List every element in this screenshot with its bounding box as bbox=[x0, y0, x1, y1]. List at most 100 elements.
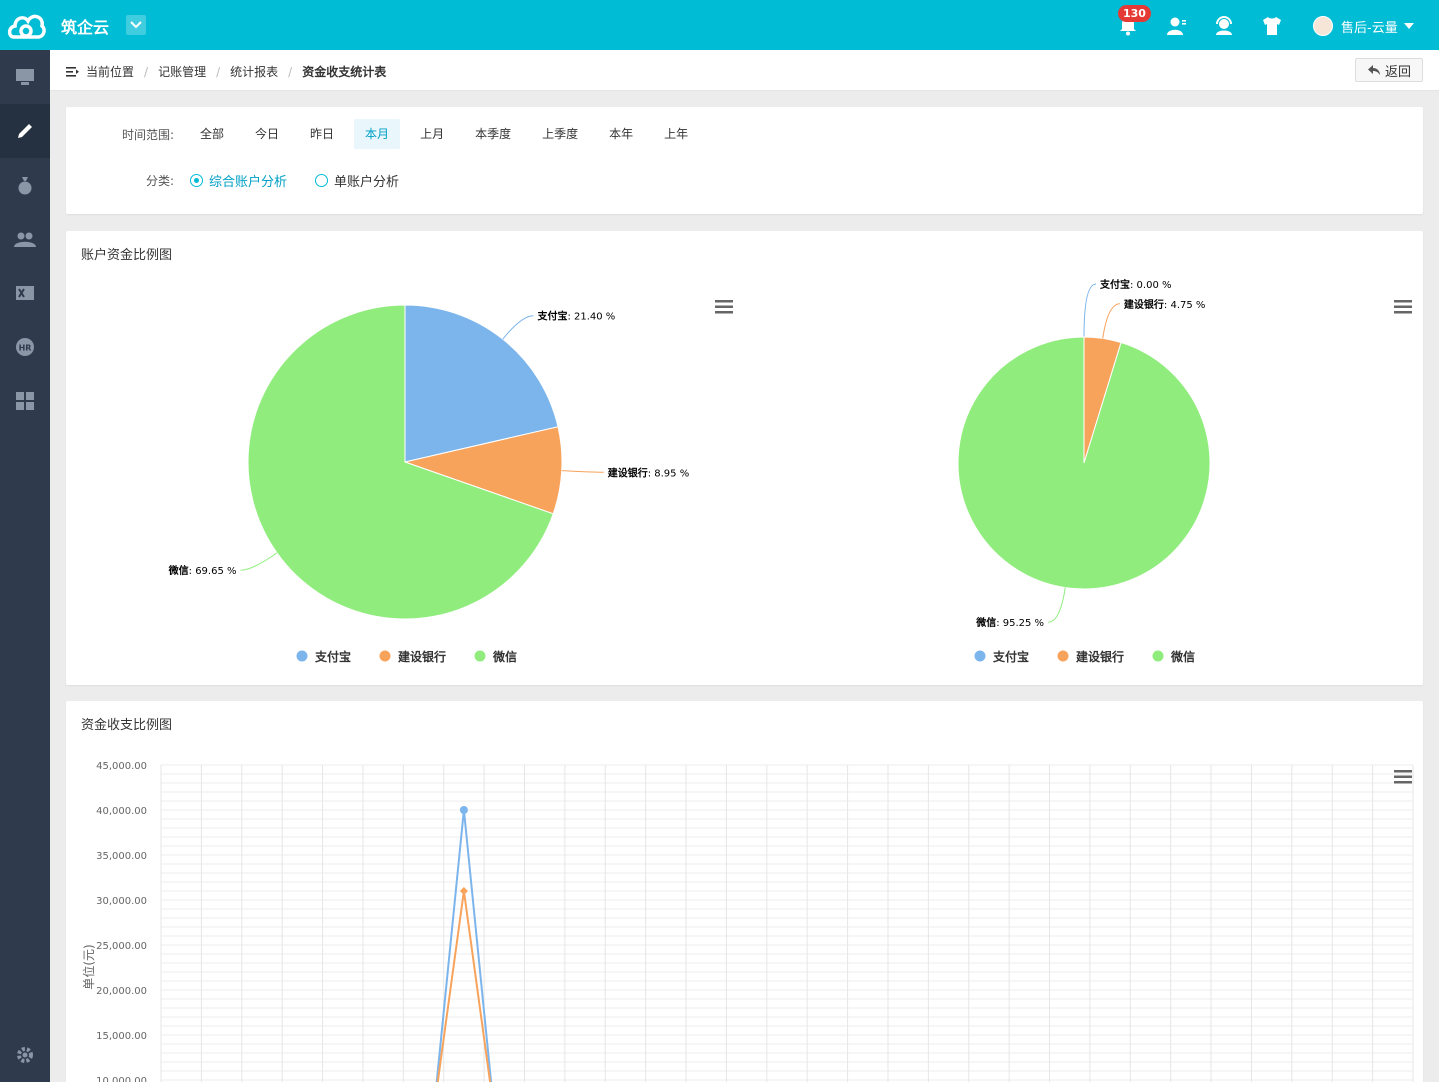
breadcrumb: 当前位置 / 记账管理 / 统计报表 / 资金收支统计表 bbox=[66, 63, 386, 80]
pie-data-label: 支付宝: 0.00 % bbox=[1099, 278, 1172, 291]
breadcrumb-current: 资金收支统计表 bbox=[302, 65, 387, 79]
legend-marker bbox=[974, 650, 986, 662]
gear-icon bbox=[17, 1047, 33, 1063]
pie-label-connector bbox=[561, 470, 604, 473]
legend-marker bbox=[1057, 650, 1069, 662]
pie-label-connector bbox=[1083, 283, 1097, 338]
money-bag-icon bbox=[18, 177, 32, 195]
sidebar-item-apps[interactable] bbox=[0, 374, 50, 428]
back-button[interactable]: 返回 bbox=[1355, 58, 1423, 82]
breadcrumb-bar: 当前位置 / 记账管理 / 统计报表 / 资金收支统计表 返回 bbox=[50, 50, 1439, 91]
legend-item: 支付宝 bbox=[314, 649, 351, 664]
user-menu[interactable]: 售后-云量 bbox=[1313, 15, 1414, 37]
pie-slice bbox=[957, 336, 1211, 590]
breadcrumb-home: 当前位置 bbox=[86, 65, 135, 79]
category-row: 分类: 综合账户分析 单账户分析 bbox=[66, 171, 399, 190]
svg-text:HR: HR bbox=[19, 344, 32, 353]
series-point bbox=[459, 806, 468, 814]
sidebar-item-hr[interactable]: HR bbox=[0, 320, 50, 374]
time-range-option[interactable]: 全部 bbox=[189, 119, 235, 149]
pie-label-connector bbox=[1047, 587, 1066, 623]
hr-icon: HR bbox=[16, 338, 34, 356]
time-range-option[interactable]: 本月 bbox=[354, 119, 401, 149]
legend-item: 建设银行 bbox=[397, 649, 446, 664]
radio-single-analysis[interactable]: 单账户分析 bbox=[315, 171, 399, 190]
grid-icon bbox=[16, 392, 34, 410]
time-range-option[interactable]: 今日 bbox=[244, 119, 290, 149]
time-range-option[interactable]: 本季度 bbox=[464, 119, 522, 149]
breadcrumb-item[interactable]: 记账管理 bbox=[158, 63, 206, 80]
user-name: 售后-云量 bbox=[1341, 20, 1398, 36]
users-icon bbox=[14, 232, 36, 247]
caret-down-icon bbox=[1403, 23, 1414, 29]
chevron-down-icon bbox=[130, 21, 142, 29]
pie-data-label: 微信: 95.25 % bbox=[975, 616, 1044, 629]
top-navbar: 筑企云 130 售后-云量 bbox=[0, 0, 1439, 50]
legend-marker bbox=[474, 650, 486, 662]
legend-item: 微信 bbox=[492, 649, 517, 664]
legend-item: 建设银行 bbox=[1075, 649, 1124, 664]
monitor-icon bbox=[16, 69, 34, 85]
y-tick-label: 25,000.00 bbox=[96, 941, 147, 952]
time-range-option[interactable]: 昨日 bbox=[299, 119, 345, 149]
chart-menu-icon[interactable] bbox=[715, 300, 733, 314]
sidebar-item-finance[interactable] bbox=[0, 158, 50, 212]
time-range-options: 全部 今日 昨日 本月 上月 本季度 上季度 本年 上年 bbox=[180, 119, 699, 149]
chart-menu-icon[interactable] bbox=[1394, 770, 1412, 784]
sidebar-item-settings[interactable] bbox=[0, 1028, 50, 1082]
radio-checked-icon bbox=[190, 174, 203, 187]
sidebar-item-users[interactable] bbox=[0, 212, 50, 266]
pie-label-connector bbox=[240, 552, 278, 571]
legend-item: 支付宝 bbox=[992, 649, 1029, 664]
sidebar-item-edit[interactable] bbox=[0, 104, 50, 158]
pie-label-connector bbox=[502, 315, 534, 340]
breadcrumb-item[interactable]: 统计报表 bbox=[230, 63, 278, 80]
category-label: 分类: bbox=[145, 174, 174, 188]
pie-charts: 支付宝: 21.40 % 建设银行: 8.95 % 微信: 69.65 % 支付宝 建设… bbox=[168, 278, 1211, 664]
user-contacts-icon[interactable] bbox=[1164, 14, 1188, 38]
back-label: 返回 bbox=[1384, 64, 1411, 80]
time-range-option[interactable]: 本年 bbox=[598, 119, 644, 149]
radio-combined-analysis[interactable]: 综合账户分析 bbox=[190, 171, 287, 190]
pie-data-label: 支付宝: 21.40 % bbox=[536, 310, 615, 323]
y-tick-label: 30,000.00 bbox=[96, 896, 147, 907]
line-chart: 45,000.00 40,000.00 35,000.00 30,000.00 25,0… bbox=[81, 761, 1414, 1082]
support-headset-icon[interactable] bbox=[1212, 14, 1236, 38]
time-range-option[interactable]: 上月 bbox=[409, 119, 455, 149]
time-range-option[interactable]: 上年 bbox=[653, 119, 699, 149]
y-tick-label: 35,000.00 bbox=[96, 851, 147, 862]
chart-menu-icon[interactable] bbox=[1394, 300, 1412, 314]
reply-arrow-icon bbox=[1367, 65, 1380, 75]
skin-tshirt-icon[interactable] bbox=[1260, 14, 1284, 38]
pie-data-label: 建设银行: 4.75 % bbox=[1123, 298, 1206, 311]
y-tick-label: 20,000.00 bbox=[96, 986, 147, 997]
legend-item: 微信 bbox=[1170, 649, 1195, 664]
radio-unchecked-icon bbox=[315, 174, 329, 187]
y-axis-label: 单位(元) bbox=[81, 944, 96, 989]
legend-marker bbox=[379, 650, 391, 662]
sidebar-item-excel[interactable] bbox=[0, 266, 50, 320]
app-title: 筑企云 bbox=[61, 18, 110, 37]
y-tick-label: 40,000.00 bbox=[96, 806, 147, 817]
income-expense-panel: 资金收支比例图 45,000.00 40,000.00 35,000.00 30,00… bbox=[66, 701, 1423, 1082]
y-tick-label: 15,000.00 bbox=[96, 1031, 147, 1042]
time-range-label: 时间范围: bbox=[121, 127, 174, 142]
account-ratio-panel: 账户资金比例图 支付宝: 21.40 % 建设银行: 8.95 % 微信: 69.6… bbox=[66, 231, 1423, 685]
legend-marker bbox=[1152, 650, 1164, 662]
time-range-option[interactable]: 上季度 bbox=[531, 119, 589, 149]
app-switch-dropdown[interactable] bbox=[126, 15, 146, 35]
pencil-icon bbox=[18, 124, 32, 138]
menu-indent-icon bbox=[66, 66, 79, 77]
pie-label-connector bbox=[1102, 303, 1121, 339]
y-tick-label: 10,000.00 bbox=[96, 1076, 147, 1082]
cloud-logo-icon[interactable] bbox=[6, 7, 46, 43]
sidebar: HR bbox=[0, 50, 50, 1082]
excel-icon bbox=[16, 286, 34, 300]
sidebar-item-dashboard[interactable] bbox=[0, 50, 50, 104]
pie-data-label: 微信: 69.65 % bbox=[168, 564, 237, 577]
pie-data-label: 建设银行: 8.95 % bbox=[607, 466, 690, 479]
series-point bbox=[459, 887, 468, 895]
y-tick-label: 45,000.00 bbox=[96, 761, 147, 772]
notification-badge: 130 bbox=[1118, 5, 1151, 22]
avatar bbox=[1313, 16, 1333, 36]
